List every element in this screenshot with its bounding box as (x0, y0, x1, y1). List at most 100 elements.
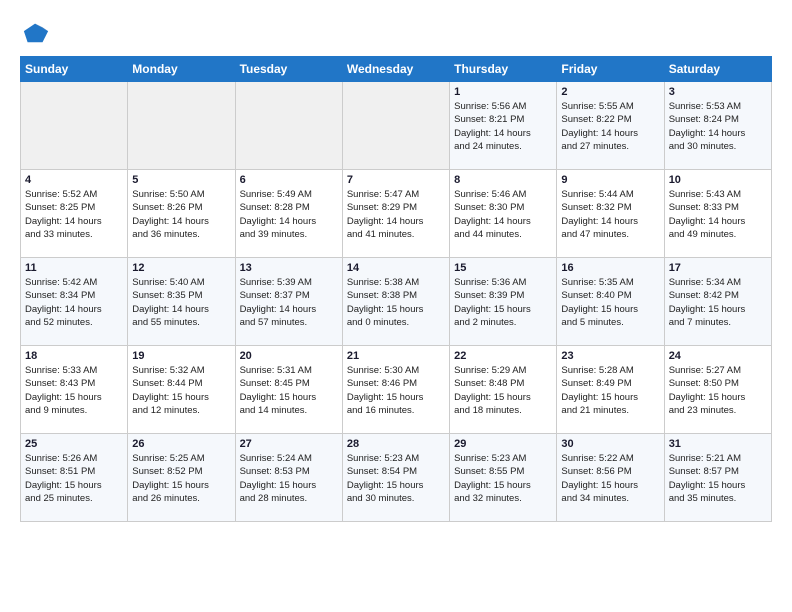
day-number: 27 (240, 438, 338, 450)
day-info: Sunrise: 5:32 AM Sunset: 8:44 PM Dayligh… (132, 364, 230, 417)
week-row-1: 1 Sunrise: 5:56 AM Sunset: 8:21 PM Daylig… (21, 82, 772, 170)
calendar-cell: 10 Sunrise: 5:43 AM Sunset: 8:33 PM Dayli… (664, 170, 771, 258)
week-row-3: 11Sunrise: 5:42 AM Sunset: 8:34 PM Dayli… (21, 258, 772, 346)
day-number: 17 (669, 262, 767, 274)
calendar-header (20, 18, 772, 46)
day-info: Sunrise: 5:28 AM Sunset: 8:49 PM Dayligh… (561, 364, 659, 417)
day-info: Sunrise: 5:27 AM Sunset: 8:50 PM Dayligh… (669, 364, 767, 417)
day-info: Sunrise: 5:22 AM Sunset: 8:56 PM Dayligh… (561, 452, 659, 505)
day-info: Sunrise: 5:42 AM Sunset: 8:34 PM Dayligh… (25, 276, 123, 329)
day-info: Sunrise: 5:46 AM Sunset: 8:30 PM Dayligh… (454, 188, 552, 241)
day-number: 6 (240, 174, 338, 186)
day-info: Sunrise: 5:29 AM Sunset: 8:48 PM Dayligh… (454, 364, 552, 417)
calendar-cell: 17 Sunrise: 5:34 AM Sunset: 8:42 PM Dayli… (664, 258, 771, 346)
calendar-cell: 14 Sunrise: 5:38 AM Sunset: 8:38 PM Dayli… (342, 258, 449, 346)
calendar-cell: 1 Sunrise: 5:56 AM Sunset: 8:21 PM Daylig… (450, 82, 557, 170)
weekday-header-thursday: Thursday (450, 57, 557, 82)
calendar-cell: 4 Sunrise: 5:52 AM Sunset: 8:25 PM Daylig… (21, 170, 128, 258)
calendar-cell: 29 Sunrise: 5:23 AM Sunset: 8:55 PM Dayli… (450, 434, 557, 522)
day-info: Sunrise: 5:35 AM Sunset: 8:40 PM Dayligh… (561, 276, 659, 329)
weekday-header-row: SundayMondayTuesdayWednesdayThursdayFrid… (21, 57, 772, 82)
calendar-cell: 23 Sunrise: 5:28 AM Sunset: 8:49 PM Dayli… (557, 346, 664, 434)
weekday-header-tuesday: Tuesday (235, 57, 342, 82)
calendar-cell: 19 Sunrise: 5:32 AM Sunset: 8:44 PM Dayli… (128, 346, 235, 434)
calendar-cell: 16 Sunrise: 5:35 AM Sunset: 8:40 PM Dayli… (557, 258, 664, 346)
calendar-cell: 8Sunrise: 5:46 AM Sunset: 8:30 PM Daylig… (450, 170, 557, 258)
day-info: Sunrise: 5:50 AM Sunset: 8:26 PM Dayligh… (132, 188, 230, 241)
calendar-cell: 9Sunrise: 5:44 AM Sunset: 8:32 PM Daylig… (557, 170, 664, 258)
calendar-cell: 22 Sunrise: 5:29 AM Sunset: 8:48 PM Dayli… (450, 346, 557, 434)
day-info: Sunrise: 5:49 AM Sunset: 8:28 PM Dayligh… (240, 188, 338, 241)
calendar-cell: 27 Sunrise: 5:24 AM Sunset: 8:53 PM Dayli… (235, 434, 342, 522)
calendar-cell: 15 Sunrise: 5:36 AM Sunset: 8:39 PM Dayli… (450, 258, 557, 346)
day-number: 12 (132, 262, 230, 274)
weekday-header-monday: Monday (128, 57, 235, 82)
day-number: 23 (561, 350, 659, 362)
calendar-cell: 7 Sunrise: 5:47 AM Sunset: 8:29 PM Daylig… (342, 170, 449, 258)
calendar-page: SundayMondayTuesdayWednesdayThursdayFrid… (0, 0, 792, 540)
calendar-cell: 21 Sunrise: 5:30 AM Sunset: 8:46 PM Dayli… (342, 346, 449, 434)
day-number: 10 (669, 174, 767, 186)
day-number: 7 (347, 174, 445, 186)
day-number: 9 (561, 174, 659, 186)
calendar-cell (21, 82, 128, 170)
day-number: 28 (347, 438, 445, 450)
week-row-5: 25Sunrise: 5:26 AM Sunset: 8:51 PM Dayli… (21, 434, 772, 522)
calendar-cell: 26Sunrise: 5:25 AM Sunset: 8:52 PM Dayli… (128, 434, 235, 522)
calendar-cell (342, 82, 449, 170)
calendar-cell: 20 Sunrise: 5:31 AM Sunset: 8:45 PM Dayli… (235, 346, 342, 434)
day-number: 16 (561, 262, 659, 274)
day-number: 26 (132, 438, 230, 450)
day-number: 30 (561, 438, 659, 450)
calendar-cell: 2Sunrise: 5:55 AM Sunset: 8:22 PM Daylig… (557, 82, 664, 170)
day-number: 14 (347, 262, 445, 274)
day-number: 5 (132, 174, 230, 186)
day-number: 29 (454, 438, 552, 450)
day-info: Sunrise: 5:26 AM Sunset: 8:51 PM Dayligh… (25, 452, 123, 505)
day-info: Sunrise: 5:43 AM Sunset: 8:33 PM Dayligh… (669, 188, 767, 241)
day-number: 21 (347, 350, 445, 362)
calendar-table: SundayMondayTuesdayWednesdayThursdayFrid… (20, 56, 772, 522)
calendar-cell: 6 Sunrise: 5:49 AM Sunset: 8:28 PM Daylig… (235, 170, 342, 258)
day-number: 18 (25, 350, 123, 362)
day-info: Sunrise: 5:56 AM Sunset: 8:21 PM Dayligh… (454, 100, 552, 153)
weekday-header-sunday: Sunday (21, 57, 128, 82)
calendar-cell: 30 Sunrise: 5:22 AM Sunset: 8:56 PM Dayli… (557, 434, 664, 522)
day-number: 15 (454, 262, 552, 274)
day-number: 19 (132, 350, 230, 362)
calendar-cell (235, 82, 342, 170)
calendar-cell: 11Sunrise: 5:42 AM Sunset: 8:34 PM Dayli… (21, 258, 128, 346)
day-number: 3 (669, 86, 767, 98)
calendar-cell: 31Sunrise: 5:21 AM Sunset: 8:57 PM Dayli… (664, 434, 771, 522)
day-info: Sunrise: 5:31 AM Sunset: 8:45 PM Dayligh… (240, 364, 338, 417)
day-info: Sunrise: 5:33 AM Sunset: 8:43 PM Dayligh… (25, 364, 123, 417)
day-info: Sunrise: 5:24 AM Sunset: 8:53 PM Dayligh… (240, 452, 338, 505)
day-info: Sunrise: 5:30 AM Sunset: 8:46 PM Dayligh… (347, 364, 445, 417)
day-info: Sunrise: 5:23 AM Sunset: 8:54 PM Dayligh… (347, 452, 445, 505)
calendar-cell: 13 Sunrise: 5:39 AM Sunset: 8:37 PM Dayli… (235, 258, 342, 346)
weekday-header-wednesday: Wednesday (342, 57, 449, 82)
day-number: 1 (454, 86, 552, 98)
logo (20, 18, 50, 46)
weekday-header-friday: Friday (557, 57, 664, 82)
day-number: 2 (561, 86, 659, 98)
day-number: 22 (454, 350, 552, 362)
calendar-cell: 18 Sunrise: 5:33 AM Sunset: 8:43 PM Dayli… (21, 346, 128, 434)
day-info: Sunrise: 5:39 AM Sunset: 8:37 PM Dayligh… (240, 276, 338, 329)
day-info: Sunrise: 5:21 AM Sunset: 8:57 PM Dayligh… (669, 452, 767, 505)
week-row-2: 4 Sunrise: 5:52 AM Sunset: 8:25 PM Daylig… (21, 170, 772, 258)
weekday-header-saturday: Saturday (664, 57, 771, 82)
day-info: Sunrise: 5:38 AM Sunset: 8:38 PM Dayligh… (347, 276, 445, 329)
day-info: Sunrise: 5:36 AM Sunset: 8:39 PM Dayligh… (454, 276, 552, 329)
day-info: Sunrise: 5:23 AM Sunset: 8:55 PM Dayligh… (454, 452, 552, 505)
day-info: Sunrise: 5:34 AM Sunset: 8:42 PM Dayligh… (669, 276, 767, 329)
calendar-cell: 5 Sunrise: 5:50 AM Sunset: 8:26 PM Daylig… (128, 170, 235, 258)
day-info: Sunrise: 5:53 AM Sunset: 8:24 PM Dayligh… (669, 100, 767, 153)
day-number: 4 (25, 174, 123, 186)
calendar-cell (128, 82, 235, 170)
day-info: Sunrise: 5:52 AM Sunset: 8:25 PM Dayligh… (25, 188, 123, 241)
day-number: 20 (240, 350, 338, 362)
day-info: Sunrise: 5:40 AM Sunset: 8:35 PM Dayligh… (132, 276, 230, 329)
day-info: Sunrise: 5:47 AM Sunset: 8:29 PM Dayligh… (347, 188, 445, 241)
day-number: 13 (240, 262, 338, 274)
